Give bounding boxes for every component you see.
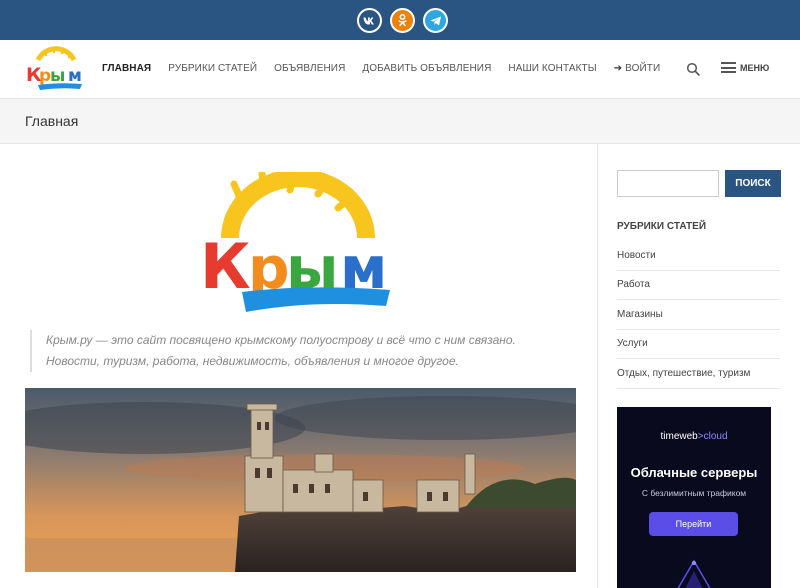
nav-login[interactable]: ➔ Войти: [614, 63, 661, 74]
svg-text:ы: ы: [50, 66, 65, 86]
svg-text:м: м: [68, 66, 82, 86]
ad-subline: С безлимитным трафиком: [641, 488, 747, 498]
nav-login-label: Войти: [625, 63, 661, 74]
odnoklassniki-icon[interactable]: [390, 8, 415, 33]
site-logo[interactable]: К р ы м: [24, 46, 86, 92]
vk-icon[interactable]: [357, 8, 382, 33]
hero-image-swallows-nest: [25, 388, 576, 572]
ad-headline: Облачные серверы: [630, 465, 758, 480]
crimea-logo-image: К р ы м: [198, 169, 398, 320]
timeweb-ad-banner[interactable]: timeweb>cloud Облачные серверы С безлими…: [617, 407, 771, 588]
sidebar: Поиск Рубрики статей Новости Работа Мага…: [598, 144, 800, 588]
category-link[interactable]: Услуги: [617, 330, 780, 359]
category-link[interactable]: Отдых, путешествие, туризм: [617, 359, 780, 389]
category-link[interactable]: Новости: [617, 241, 780, 271]
ad-brand-part1: timeweb: [660, 431, 698, 442]
page-title: Главная: [25, 113, 79, 129]
hamburger-icon: [721, 62, 736, 73]
site-description-quote: Крым.ру — это сайт посвящено крымскому п…: [30, 330, 560, 372]
main-nav: Главная Рубрики статей Объявления Добави…: [102, 63, 677, 74]
menu-button[interactable]: Меню: [721, 62, 769, 73]
category-link[interactable]: Работа: [617, 271, 780, 300]
categories-widget-title: Рубрики статей: [617, 221, 707, 232]
site-header: К р ы м Главная Рубрики статей Объявлени…: [0, 40, 800, 99]
nav-ads[interactable]: Объявления: [274, 63, 345, 74]
ad-cta-button[interactable]: Перейти: [649, 512, 738, 536]
nav-contacts[interactable]: Наши контакты: [508, 63, 596, 74]
search-icon[interactable]: [686, 62, 700, 76]
login-icon: ➔: [613, 63, 623, 74]
nav-home[interactable]: Главная: [102, 63, 151, 74]
ad-decorative-glow-icon: [677, 559, 711, 588]
menu-label: Меню: [740, 62, 770, 73]
main-content: К р ы м Крым.ру — это сайт посвящено кры…: [0, 144, 597, 588]
telegram-icon[interactable]: [423, 8, 448, 33]
search-input[interactable]: [617, 170, 719, 197]
ad-brand-part2: cloud: [703, 431, 728, 442]
ad-brand-logo: timeweb>cloud: [617, 431, 771, 442]
social-topbar: [0, 0, 800, 40]
nav-add-ad[interactable]: Добавить объявления: [362, 63, 491, 74]
category-link[interactable]: Магазины: [617, 300, 780, 330]
page-title-bar: Главная: [0, 99, 800, 144]
search-button[interactable]: Поиск: [725, 170, 781, 197]
categories-list: Новости Работа Магазины Услуги Отдых, пу…: [617, 241, 780, 389]
nav-article-categories[interactable]: Рубрики статей: [168, 63, 257, 74]
